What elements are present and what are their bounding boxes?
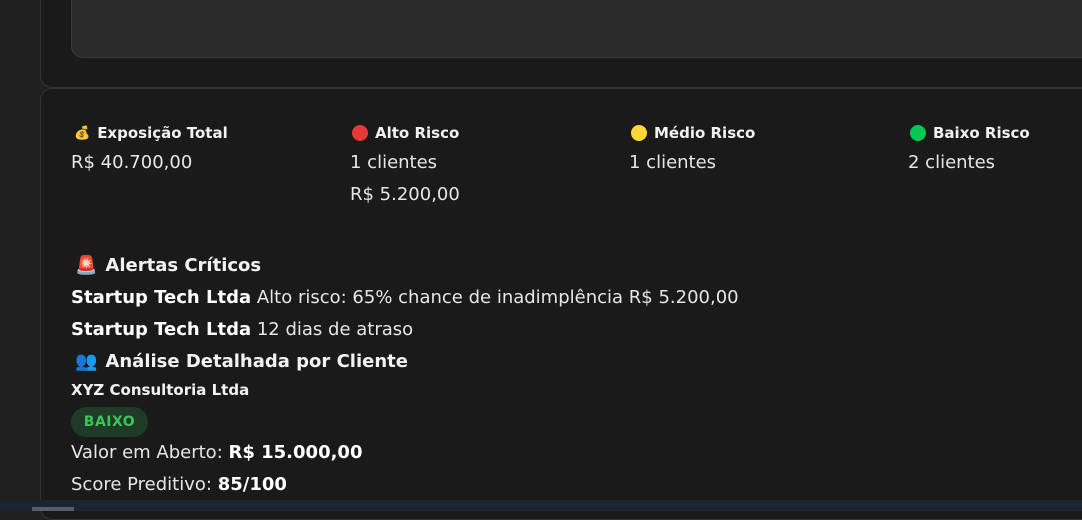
stat-high-risk: Alto Risco 1 clientes R$ 5.200,00 [350, 123, 460, 207]
siren-icon: 🚨 [75, 255, 98, 276]
taskbar-button[interactable] [32, 507, 74, 511]
green-circle-icon [910, 125, 926, 141]
stat-high-clients: 1 clientes [350, 152, 438, 173]
stat-low-label: Baixo Risco [933, 124, 1030, 142]
risk-badge: BAIXO [71, 407, 148, 437]
stat-medium-label: Médio Risco [654, 124, 756, 142]
client-name: XYZ Consultoria Ltda [71, 381, 250, 399]
alert-item: Startup Tech Ltda 12 dias de atraso [71, 319, 414, 340]
yellow-circle-icon [631, 125, 647, 141]
people-icon: 👥 [75, 351, 98, 372]
analysis-title: 👥 Análise Detalhada por Cliente [75, 351, 408, 372]
taskbar [0, 500, 1082, 511]
stat-high-label: Alto Risco [375, 124, 460, 142]
stat-medium-risk: Médio Risco 1 clientes [629, 123, 756, 175]
score-row: Score Preditivo: 85/100 [71, 474, 287, 495]
money-bag-icon: 💰 [74, 125, 91, 141]
stat-total-value: R$ 40.700,00 [71, 152, 193, 173]
stat-low-risk: Baixo Risco 2 clientes [908, 123, 1030, 175]
stat-high-amount: R$ 5.200,00 [350, 184, 460, 205]
stat-low-clients: 2 clientes [908, 152, 996, 173]
red-circle-icon [352, 125, 368, 141]
chart-card [71, 0, 1082, 58]
stat-medium-clients: 1 clientes [629, 152, 717, 173]
alert-item: Startup Tech Ltda Alto risco: 65% chance… [71, 287, 739, 308]
open-amount-row: Valor em Aberto: R$ 15.000,00 [71, 442, 363, 463]
stat-total-exposure: 💰 Exposição Total R$ 40.700,00 [71, 123, 228, 175]
stat-total-label: Exposição Total [97, 124, 228, 142]
alerts-title: 🚨 Alertas Críticos [75, 255, 262, 276]
